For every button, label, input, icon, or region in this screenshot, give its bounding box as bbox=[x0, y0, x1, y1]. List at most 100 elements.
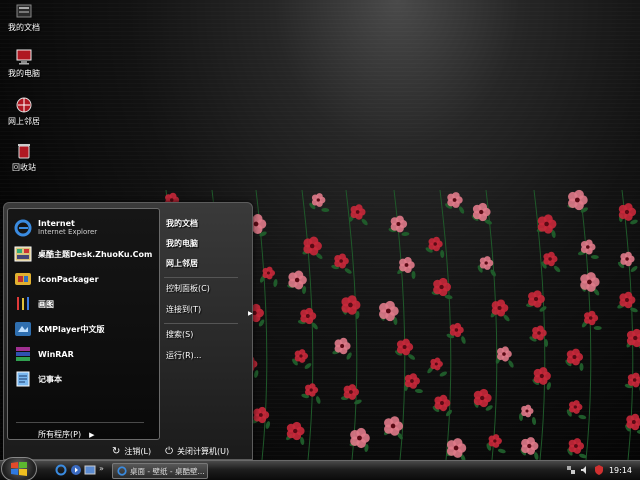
wallpaper-leaf bbox=[579, 363, 584, 371]
wallpaper-flower bbox=[626, 328, 640, 348]
menu-item-my-computer[interactable]: 我的电脑 bbox=[166, 238, 198, 249]
wallpaper-flower bbox=[627, 372, 640, 388]
menu-item-network-places[interactable]: 网上邻居 bbox=[166, 258, 198, 269]
internet-explorer-icon bbox=[117, 466, 127, 476]
menu-separator bbox=[164, 277, 238, 278]
wallpaper-flower bbox=[253, 406, 270, 424]
quick-launch-more-button[interactable]: » bbox=[99, 464, 104, 473]
program-name: WinRAR bbox=[38, 349, 74, 359]
wallpaper-flower bbox=[396, 338, 414, 356]
wallpaper-leaf bbox=[590, 254, 599, 260]
wallpaper-flower bbox=[568, 189, 588, 211]
desktop-icon-network-places[interactable]: 网上邻居 bbox=[0, 96, 48, 127]
internet-explorer-icon[interactable] bbox=[55, 464, 67, 476]
program-internet-explorer[interactable]: Internet Internet Explorer bbox=[14, 217, 97, 239]
program-name: 桌酷主题Desk.ZhuoKu.Com bbox=[38, 249, 153, 259]
security-shield-icon[interactable] bbox=[594, 465, 604, 475]
wallpaper-stem bbox=[439, 189, 452, 460]
system-tray: 19:14 bbox=[540, 461, 640, 480]
desktop-icon-recycle-bin[interactable]: 回收站 bbox=[0, 142, 48, 173]
wallpaper-leaf bbox=[253, 370, 259, 378]
wallpaper-flower bbox=[404, 373, 420, 389]
media-player-icon[interactable] bbox=[70, 464, 82, 476]
show-desktop-icon[interactable] bbox=[84, 464, 96, 476]
wallpaper-flower bbox=[384, 416, 404, 436]
wallpaper-leaf bbox=[401, 231, 410, 237]
wallpaper-flower bbox=[350, 204, 366, 220]
shutdown-button[interactable]: ⏻ 关闭计算机(U) bbox=[165, 446, 229, 457]
wallpaper-flower bbox=[626, 413, 640, 431]
program-zhuoku-theme[interactable]: 桌酷主题Desk.ZhuoKu.Com bbox=[14, 243, 152, 265]
wallpaper-flower bbox=[479, 256, 494, 270]
menu-item-control-panel[interactable]: 控制面板(C) bbox=[166, 283, 210, 294]
program-iconpackager[interactable]: IconPackager bbox=[14, 268, 99, 290]
wallpaper-flower bbox=[491, 299, 509, 317]
windows-logo-icon bbox=[11, 462, 27, 476]
network-places-icon bbox=[16, 97, 32, 113]
wallpaper-leaf bbox=[531, 417, 537, 425]
wallpaper-flower bbox=[473, 388, 492, 408]
wallpaper-leaf bbox=[508, 360, 514, 368]
wallpaper-flower bbox=[533, 367, 551, 385]
wallpaper-leaf bbox=[553, 265, 561, 273]
desktop-icon-label: 我的电脑 bbox=[8, 69, 40, 78]
desktop-icon-my-documents[interactable]: 我的文档 bbox=[0, 2, 48, 33]
wallpaper-flower bbox=[580, 272, 600, 292]
my-documents-icon bbox=[16, 4, 32, 18]
iconpackager-icon bbox=[15, 273, 31, 285]
start-button[interactable] bbox=[1, 457, 37, 480]
wallpaper-stem bbox=[485, 189, 498, 460]
taskbar-button-label: 桌面 - 壁纸 - 桌酷壁... bbox=[130, 466, 205, 476]
start-menu: Internet Internet Explorer 桌酷主题Desk.Zhuo… bbox=[3, 202, 253, 460]
taskbar-button-desktop-wallpaper[interactable]: 桌面 - 壁纸 - 桌酷壁... bbox=[112, 463, 208, 479]
program-kmplayer[interactable]: KMPlayer中文版 bbox=[14, 318, 105, 340]
program-paint[interactable]: 画图 bbox=[14, 293, 54, 315]
wallpaper-leaf bbox=[458, 206, 465, 214]
winrar-icon bbox=[16, 347, 30, 361]
program-notepad[interactable]: 记事本 bbox=[14, 368, 62, 390]
menu-item-my-documents[interactable]: 我的文档 bbox=[166, 218, 198, 229]
wallpaper-flower bbox=[584, 310, 599, 326]
program-name: 画图 bbox=[38, 299, 54, 309]
wallpaper-leaf bbox=[346, 352, 352, 360]
wallpaper-flower bbox=[449, 322, 464, 338]
wallpaper-flower bbox=[428, 236, 443, 252]
notepad-icon bbox=[16, 371, 30, 387]
menu-item-connect-to[interactable]: 连接到(T) bbox=[166, 304, 201, 315]
paint-icon bbox=[17, 297, 29, 310]
menu-item-run[interactable]: 运行(R)... bbox=[166, 350, 201, 361]
all-programs-button[interactable]: 所有程序(P) ▶ bbox=[38, 429, 94, 440]
wallpaper-leaf bbox=[461, 336, 466, 344]
menu-item-search[interactable]: 搜索(S) bbox=[166, 329, 193, 340]
all-programs-separator bbox=[16, 422, 144, 423]
wallpaper-leaf bbox=[321, 207, 330, 213]
wallpaper-flower bbox=[334, 253, 349, 269]
wallpaper-flower bbox=[294, 349, 309, 363]
wallpaper-flower bbox=[543, 251, 558, 267]
wallpaper-leaf bbox=[630, 307, 638, 313]
desktop-icon-label: 网上邻居 bbox=[8, 117, 40, 126]
volume-icon[interactable] bbox=[580, 465, 590, 475]
wallpaper-leaf bbox=[273, 279, 278, 287]
program-winrar[interactable]: WinRAR bbox=[14, 343, 74, 365]
network-icon[interactable] bbox=[566, 465, 576, 475]
wallpaper-flower bbox=[566, 348, 584, 366]
internet-explorer-icon bbox=[14, 219, 32, 237]
wallpaper-flower bbox=[568, 438, 585, 454]
wallpaper-flower bbox=[311, 193, 326, 207]
wallpaper-stem bbox=[345, 189, 358, 460]
wallpaper-flower bbox=[390, 215, 408, 233]
wallpaper-flower bbox=[305, 383, 319, 397]
wallpaper-stem bbox=[301, 189, 314, 460]
wallpaper-flower bbox=[303, 236, 322, 256]
program-subtitle: Internet Explorer bbox=[38, 228, 98, 236]
logoff-button[interactable]: ↻ 注销(L) bbox=[112, 446, 151, 457]
wallpaper-leaf bbox=[344, 268, 352, 274]
desktop-icon-my-computer[interactable]: 我的电脑 bbox=[0, 48, 48, 79]
desktop-icon-label: 我的文档 bbox=[8, 23, 40, 32]
wallpaper-leaf bbox=[315, 396, 321, 404]
wallpaper-flower bbox=[488, 434, 502, 448]
program-name: KMPlayer中文版 bbox=[38, 324, 105, 334]
wallpaper-flower bbox=[618, 203, 637, 221]
menu-separator bbox=[164, 323, 238, 324]
